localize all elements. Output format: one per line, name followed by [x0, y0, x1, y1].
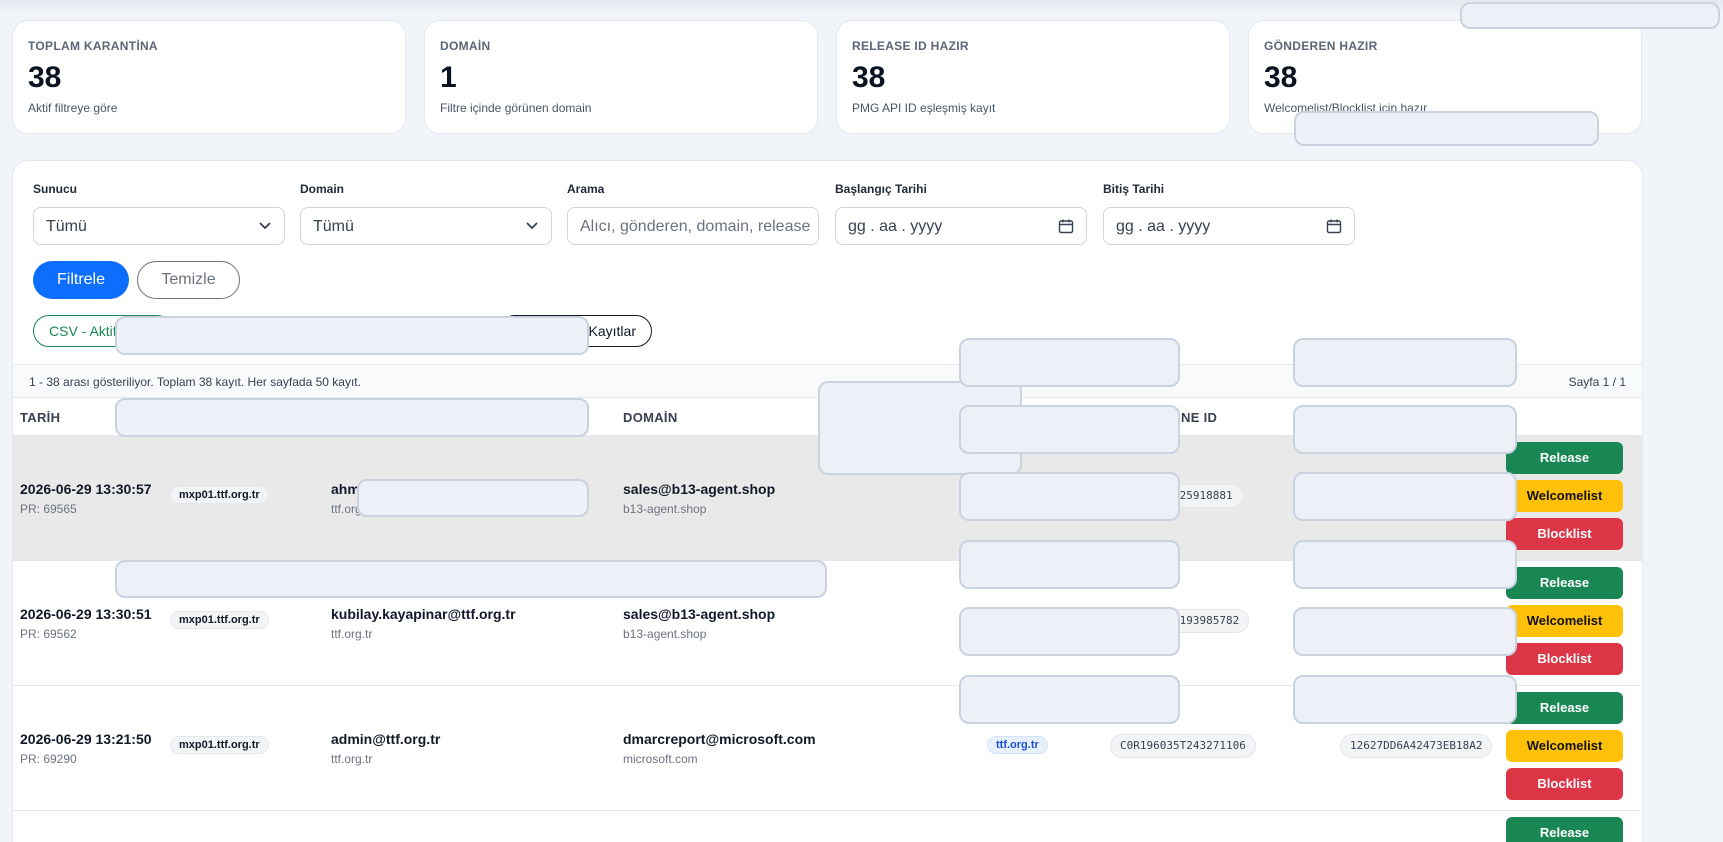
clear-button[interactable]: Temizle: [137, 261, 240, 299]
start-date-input[interactable]: gg . aa . yyyy: [835, 207, 1087, 245]
overlay-placeholder: [959, 607, 1180, 656]
release-id-badge: 12627DD6A42473EB18A2: [1340, 734, 1493, 758]
server-badge: mxp01.ttf.org.tr: [170, 611, 269, 629]
release-button[interactable]: Release: [1506, 442, 1623, 474]
overlay-placeholder: [1294, 111, 1599, 146]
overlay-placeholder: [959, 338, 1180, 387]
stat-label: RELEASE ID HAZIR: [852, 39, 969, 53]
sender-email: sales@b13-agent.shop: [623, 481, 776, 497]
overlay-placeholder: [1293, 472, 1517, 521]
server-label: Sunucu: [33, 182, 77, 196]
welcomelist-button[interactable]: Welcomelist: [1506, 730, 1623, 762]
row-pr: PR: 69565: [20, 502, 77, 516]
sender-domain: b13-agent.shop: [623, 627, 707, 641]
sender-domain: microsoft.com: [623, 752, 698, 766]
calendar-icon[interactable]: [1058, 218, 1074, 239]
recipient-email: admin@ttf.org.tr: [331, 731, 441, 747]
search-placeholder: Alıcı, gönderen, domain, release: [580, 218, 811, 235]
blocklist-button[interactable]: Blocklist: [1506, 518, 1623, 550]
overlay-placeholder: [1293, 675, 1517, 724]
overlay-placeholder: [115, 316, 589, 355]
overlay-placeholder: [1293, 607, 1517, 656]
overlay-placeholder: [1460, 2, 1720, 29]
overlay-placeholder: [959, 472, 1180, 521]
stat-sub: PMG API ID eşleşmiş kayıt: [852, 101, 996, 115]
overlay-placeholder: [1293, 338, 1517, 387]
end-date-placeholder: gg . aa . yyyy: [1116, 218, 1211, 235]
range-info: 1 - 38 arası gösteriliyor. Toplam 38 kay…: [29, 375, 361, 389]
stat-card-total: TOPLAM KARANTİNA 38 Aktif filtreye göre: [12, 20, 406, 134]
overlay-placeholder: [115, 398, 589, 437]
calendar-icon[interactable]: [1326, 218, 1342, 239]
overlay-placeholder: [1293, 405, 1517, 454]
stat-label: DOMAİN: [440, 39, 491, 53]
overlay-placeholder: [959, 540, 1180, 589]
release-button[interactable]: Release: [1506, 567, 1623, 599]
sender-email: dmarcreport@microsoft.com: [623, 731, 816, 747]
search-input[interactable]: Alıcı, gönderen, domain, release: [567, 207, 819, 245]
end-date-label: Bitiş Tarihi: [1103, 182, 1165, 196]
stat-sub: Filtre içinde görünen domain: [440, 101, 592, 115]
sender-email: sales@b13-agent.shop: [623, 606, 776, 622]
domain-select[interactable]: Tümü: [300, 207, 552, 245]
overlay-placeholder: [959, 405, 1180, 454]
page-indicator: Sayfa 1 / 1: [1568, 375, 1626, 389]
queue-id-badge: C0R196035T243271106: [1110, 734, 1256, 758]
stat-label: TOPLAM KARANTİNA: [28, 39, 158, 53]
overlay-placeholder: [357, 479, 589, 517]
stat-label: GÖNDEREN HAZIR: [1264, 39, 1378, 53]
release-button[interactable]: Release: [1506, 692, 1623, 724]
server-badge: mxp01.ttf.org.tr: [170, 486, 269, 504]
end-date-input[interactable]: gg . aa . yyyy: [1103, 207, 1355, 245]
blocklist-button[interactable]: Blocklist: [1506, 643, 1623, 675]
stat-sub: Aktif filtreye göre: [28, 101, 118, 115]
row-pr: PR: 69290: [20, 752, 77, 766]
server-badge: mxp01.ttf.org.tr: [170, 736, 269, 754]
stat-value: 38: [28, 61, 62, 94]
blocklist-button[interactable]: Blocklist: [1506, 768, 1623, 800]
recipient-domain: ttf.org.tr: [331, 627, 373, 641]
release-button[interactable]: Release: [1506, 817, 1623, 842]
chevron-down-icon: [525, 218, 539, 237]
domain-tag: ttf.org.tr: [987, 736, 1048, 754]
server-select[interactable]: Tümü: [33, 207, 285, 245]
col-date: TARİH: [20, 410, 61, 425]
start-date-label: Başlangıç Tarihi: [835, 182, 927, 196]
row-date: 2026-06-29 13:30:51: [20, 606, 152, 622]
row-date: 2026-06-29 13:21:50: [20, 731, 152, 747]
row-date: 2026-06-29 13:30:57: [20, 481, 152, 497]
filter-button[interactable]: Filtrele: [33, 261, 129, 299]
row-pr: PR: 69562: [20, 627, 77, 641]
recipient-email: kubilay.kayapinar@ttf.org.tr: [331, 606, 516, 622]
chevron-down-icon: [258, 218, 272, 237]
stat-value: 38: [1264, 61, 1298, 94]
stat-value: 38: [852, 61, 886, 94]
overlay-placeholder: [1293, 540, 1517, 589]
domain-label: Domain: [300, 182, 345, 196]
domain-select-value: Tümü: [313, 218, 354, 235]
search-label: Arama: [567, 182, 605, 196]
sender-domain: b13-agent.shop: [623, 502, 707, 516]
stat-card-release-id: RELEASE ID HAZIR 38 PMG API ID eşleşmiş …: [836, 20, 1230, 134]
welcomelist-button[interactable]: Welcomelist: [1506, 605, 1623, 637]
welcomelist-button[interactable]: Welcomelist: [1506, 480, 1623, 512]
overlay-placeholder: [959, 675, 1180, 724]
start-date-placeholder: gg . aa . yyyy: [848, 218, 943, 235]
overlay-placeholder: [115, 560, 827, 598]
col-queue-id: NE ID: [1181, 410, 1218, 425]
server-select-value: Tümü: [46, 218, 87, 235]
col-sender-domain: DOMAİN: [623, 410, 678, 425]
recipient-domain: ttf.org.tr: [331, 752, 373, 766]
recipient-email: ahm: [331, 481, 360, 497]
stat-card-domain: DOMAİN 1 Filtre içinde görünen domain: [424, 20, 818, 134]
stat-value: 1: [440, 61, 457, 94]
